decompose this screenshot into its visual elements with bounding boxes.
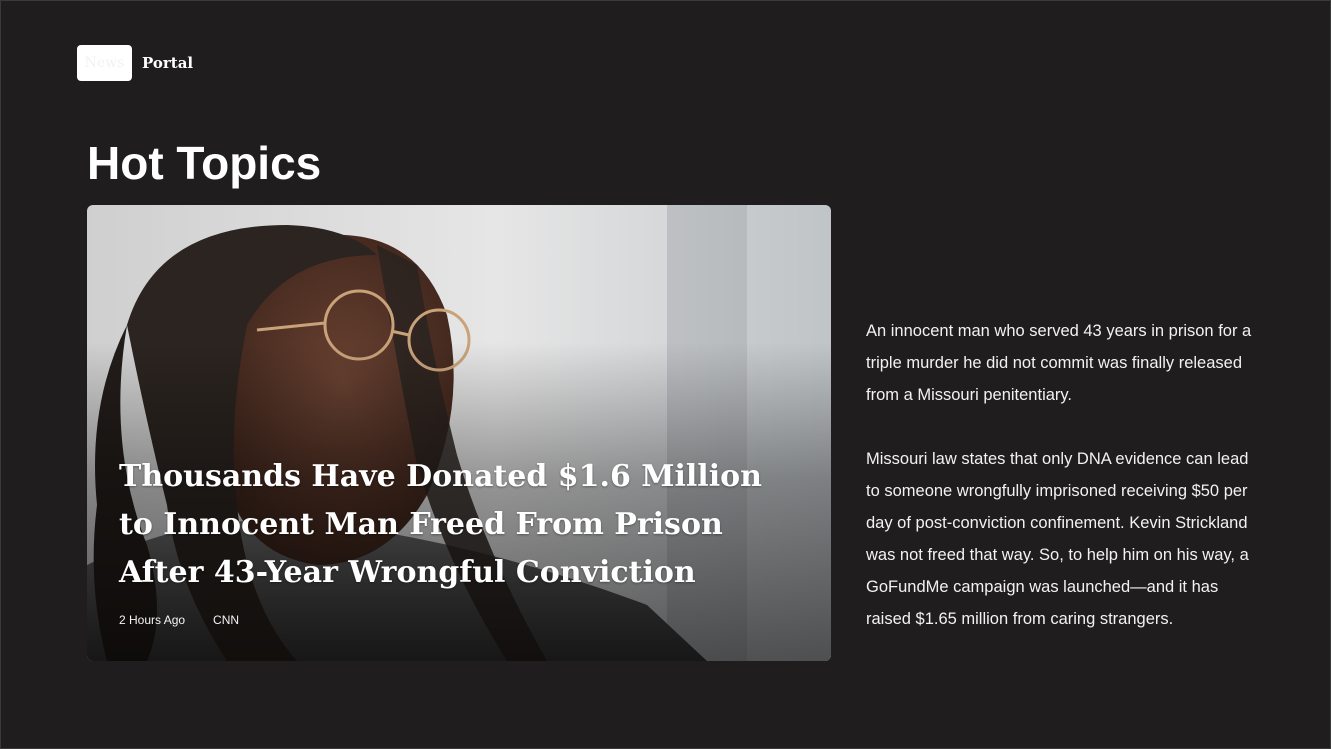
logo-badge-text: News [84,55,125,71]
featured-article-card[interactable]: Thousands Have Donated $1.6 Million to I… [87,205,831,661]
page-title: Hot Topics [87,137,322,189]
summary-paragraph-2: Missouri law states that only DNA eviden… [866,450,1249,628]
logo-badge: News [77,45,132,81]
article-time: 2 Hours Ago [119,613,186,627]
article-summary: An innocent man who served 43 years in p… [866,315,1266,667]
article-meta: 2 Hours Ago CNN [119,613,239,627]
logo-text: Portal [142,54,194,72]
site-logo[interactable]: News Portal [77,45,193,81]
summary-paragraph-1: An innocent man who served 43 years in p… [866,322,1252,404]
article-headline[interactable]: Thousands Have Donated $1.6 Million to I… [119,453,769,597]
article-source: CNN [213,613,240,627]
